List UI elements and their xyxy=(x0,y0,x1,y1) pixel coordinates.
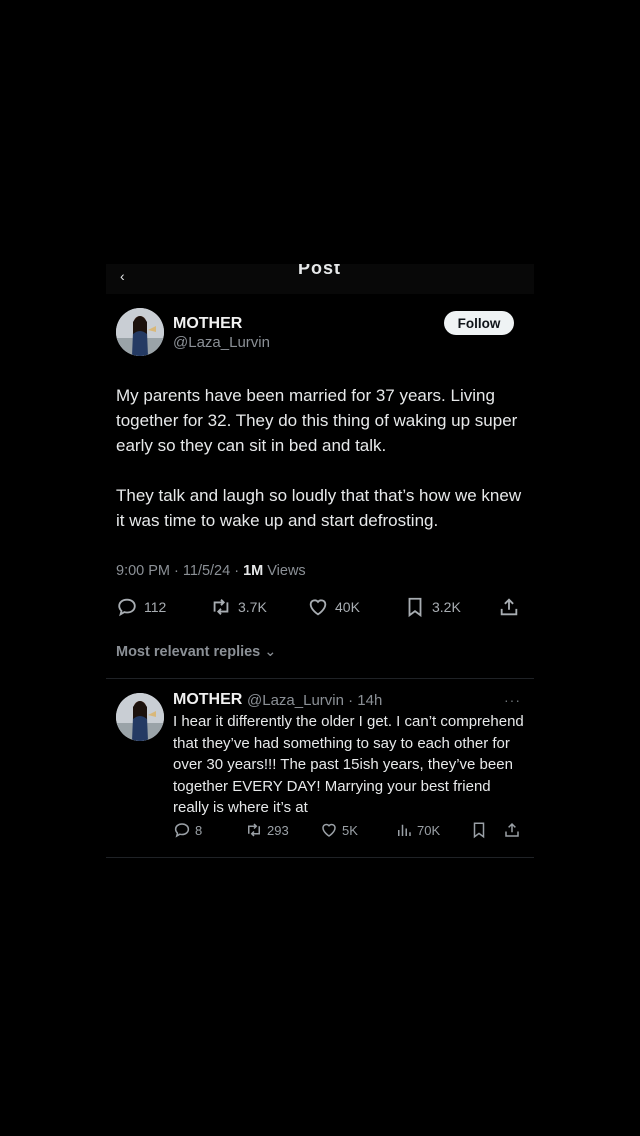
reply-author-name[interactable]: MOTHER xyxy=(173,691,242,709)
author-handle[interactable]: @Laza_Lurvin xyxy=(173,334,270,351)
replies-sort-dropdown[interactable]: Most relevant replies ⌄ xyxy=(116,644,276,660)
post-actions: 112 3.7K 40K 3.2K xyxy=(116,596,524,622)
bookmark-button[interactable]: 3.2K xyxy=(404,596,461,618)
reply-text: I hear it differently the older I get. I… xyxy=(173,713,524,816)
post-paragraph: They talk and laugh so loudly that that’… xyxy=(116,486,522,530)
bookmark-icon xyxy=(473,822,485,839)
divider xyxy=(106,678,534,679)
bookmark-icon xyxy=(408,597,422,618)
avatar[interactable] xyxy=(116,308,164,356)
post-paragraph: My parents have been married for 37 year… xyxy=(116,386,518,455)
more-options-icon[interactable]: ··· xyxy=(504,692,521,708)
reply-button[interactable]: 112 xyxy=(116,596,166,618)
top-bar: ‹ Post xyxy=(106,264,534,294)
like-count: 40K xyxy=(335,599,360,615)
views-count: 1M xyxy=(243,563,264,579)
reply-views-count: 70K xyxy=(417,822,441,838)
back-arrow-icon[interactable]: ‹ xyxy=(120,268,125,284)
replies-sort-label: Most relevant replies xyxy=(116,644,261,660)
reply-like-button[interactable]: 5K xyxy=(320,821,358,839)
reply-share-button[interactable] xyxy=(503,821,521,839)
divider xyxy=(106,857,534,858)
follow-button[interactable]: Follow xyxy=(444,311,514,335)
chevron-down-icon: ⌄ xyxy=(264,644,277,660)
heart-icon xyxy=(309,599,327,616)
reply-repost-count: 293 xyxy=(267,822,289,838)
heart-icon xyxy=(322,823,336,837)
reply-repost-button[interactable]: 293 xyxy=(245,821,289,839)
post-meta: 9:00 PM · 11/5/24 · 1M Views xyxy=(116,563,306,579)
repost-count: 3.7K xyxy=(238,599,267,615)
share-button[interactable] xyxy=(498,596,520,618)
reply-actions: 8 293 5K 70K xyxy=(173,821,523,843)
like-button[interactable]: 40K xyxy=(307,596,360,618)
reply-author-handle[interactable]: @Laza_Lurvin · 14h xyxy=(247,692,382,709)
reply-avatar[interactable] xyxy=(116,693,164,741)
views-label: Views xyxy=(263,563,306,579)
bookmark-count: 3.2K xyxy=(432,599,461,615)
reply-icon xyxy=(174,823,190,838)
repost-button[interactable]: 3.7K xyxy=(210,596,267,618)
share-icon xyxy=(500,598,518,616)
post-card: ‹ Post MOTHER @Laza_Lurvin Follow My par… xyxy=(106,264,534,864)
reply-views-button[interactable]: 70K xyxy=(395,821,440,839)
views-chart-icon xyxy=(398,824,411,836)
page-title: Post xyxy=(298,264,342,278)
post-timestamp[interactable]: 9:00 PM · 11/5/24 · xyxy=(116,563,243,579)
reply-reply-button[interactable]: 8 xyxy=(173,821,202,839)
author-name[interactable]: MOTHER xyxy=(173,315,242,333)
share-icon xyxy=(505,822,519,837)
reply-bookmark-button[interactable] xyxy=(470,821,488,839)
post-text: My parents have been married for 37 year… xyxy=(116,383,528,558)
reply-like-count: 5K xyxy=(342,822,358,838)
reply-count: 112 xyxy=(144,599,167,615)
repost-icon xyxy=(213,599,229,615)
reply-icon xyxy=(118,598,136,617)
repost-icon xyxy=(248,823,260,837)
reply-reply-count: 8 xyxy=(195,822,203,838)
